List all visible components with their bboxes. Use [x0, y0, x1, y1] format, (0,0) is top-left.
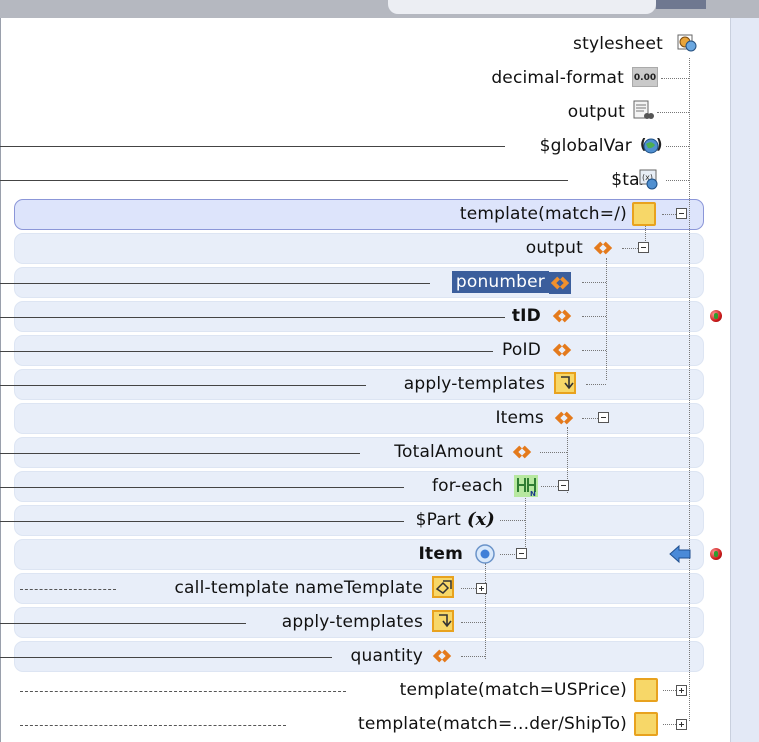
- element-icon: [512, 445, 532, 459]
- mapping-line: [0, 453, 360, 454]
- tree-guide: [661, 78, 689, 79]
- tree-node-label[interactable]: call-template nameTemplate: [175, 578, 423, 598]
- tree-guide: [586, 384, 606, 385]
- mapping-line: [0, 180, 568, 181]
- mapping-line: [0, 146, 505, 147]
- tree-node-label[interactable]: output: [526, 238, 583, 258]
- output-icon: [633, 100, 654, 119]
- element-icon: [552, 343, 572, 357]
- tree-guide: [461, 622, 485, 623]
- apply-templates-icon: [432, 610, 454, 632]
- element-icon: [432, 649, 452, 663]
- tree-node-label[interactable]: template(match=/): [460, 204, 627, 224]
- element-icon: [554, 411, 574, 425]
- tree-node-label[interactable]: $Part: [416, 510, 461, 530]
- expand-toggle[interactable]: [476, 583, 487, 594]
- dashed-mapping-line: [20, 691, 346, 692]
- dashed-mapping-line: [20, 589, 116, 590]
- collapse-toggle[interactable]: [598, 412, 609, 423]
- tree-guide: [662, 214, 676, 215]
- green-check-icon: [710, 310, 722, 322]
- tree-node-label[interactable]: $globalVar: [540, 136, 632, 156]
- tree-guide: [541, 486, 558, 487]
- tree-node-label-selected[interactable]: ponumber: [451, 271, 549, 293]
- call-template-icon: [432, 576, 454, 598]
- mapping-line: [0, 385, 366, 386]
- tree-node-label[interactable]: PoID: [502, 340, 541, 360]
- tree-node-label[interactable]: for-each: [432, 476, 503, 496]
- tree-guide: [663, 724, 676, 725]
- collapse-toggle[interactable]: [516, 548, 527, 559]
- tree-guide: [582, 350, 606, 351]
- tree-guide: [500, 554, 515, 555]
- tree-guide: [461, 656, 485, 657]
- mapping-line: [0, 623, 246, 624]
- mapping-line: [0, 657, 332, 658]
- green-check-icon: [710, 548, 722, 560]
- tree-node-label[interactable]: stylesheet: [573, 34, 663, 54]
- top-toolbar: [0, 0, 759, 18]
- tree-guide: [540, 452, 567, 453]
- tree-guide: [485, 563, 486, 659]
- tree-node-label[interactable]: quantity: [351, 646, 423, 666]
- tree-node-label[interactable]: Item: [419, 544, 464, 564]
- context-node-icon: [475, 544, 495, 564]
- right-margin-strip: [730, 18, 759, 742]
- element-icon: [549, 272, 571, 294]
- tree-node-label[interactable]: output: [568, 102, 625, 122]
- apply-templates-icon: [554, 372, 576, 394]
- tree-guide: [666, 146, 689, 147]
- tree-guide: [657, 112, 689, 113]
- template-icon: [634, 678, 658, 702]
- tree-guide: [666, 180, 689, 181]
- tree-node-label[interactable]: template(match=USPrice): [400, 680, 627, 700]
- tree-node-label[interactable]: TotalAmount: [394, 442, 503, 462]
- tree-guide: [622, 248, 638, 249]
- tree-guide: [582, 418, 598, 419]
- tax-variable-icon: (x): [639, 169, 658, 190]
- row-band: [14, 539, 704, 570]
- tree-guide: [689, 58, 690, 721]
- blue-left-arrow-icon: [669, 544, 691, 564]
- tree-node-label[interactable]: Items: [495, 408, 544, 428]
- variable-x-icon: (x): [467, 509, 495, 530]
- mapping-line: [0, 317, 505, 318]
- decimal-format-icon: 0.00: [632, 67, 658, 87]
- svg-text:): ): [656, 137, 662, 153]
- editor-tab[interactable]: [388, 0, 656, 14]
- global-variable-icon: ( ): [640, 137, 662, 154]
- element-icon: [552, 309, 572, 323]
- tree-guide: [461, 588, 476, 589]
- collapse-toggle[interactable]: [638, 242, 649, 253]
- tree-guide: [582, 316, 606, 317]
- tree-node-label[interactable]: apply-templates: [282, 612, 423, 632]
- mapping-line: [0, 351, 493, 352]
- tree-guide: [606, 258, 607, 380]
- collapse-toggle[interactable]: [558, 480, 569, 491]
- tree-node-label[interactable]: apply-templates: [404, 374, 545, 394]
- tree-node-label[interactable]: template(match=...der/ShipTo): [358, 714, 627, 734]
- element-icon: [593, 241, 613, 255]
- svg-text:N: N: [530, 490, 536, 498]
- template-icon: [634, 712, 658, 736]
- tree-guide: [663, 690, 676, 691]
- template-icon: [632, 202, 656, 226]
- collapse-toggle[interactable]: [676, 208, 687, 219]
- mapping-line: [0, 283, 430, 284]
- mapping-line: [0, 487, 404, 488]
- expand-toggle[interactable]: [676, 685, 687, 696]
- for-each-icon: N: [514, 475, 538, 498]
- tree-guide: [500, 520, 525, 521]
- mapping-line: [0, 521, 404, 522]
- tree-guide: [582, 282, 606, 283]
- editor-tab-edge: [656, 0, 706, 9]
- expand-toggle[interactable]: [676, 719, 687, 730]
- stylesheet-icon: [677, 34, 697, 52]
- dashed-mapping-line: [20, 725, 286, 726]
- tree-node-label[interactable]: decimal-format: [491, 68, 624, 88]
- tree-node-label[interactable]: tID: [512, 306, 541, 326]
